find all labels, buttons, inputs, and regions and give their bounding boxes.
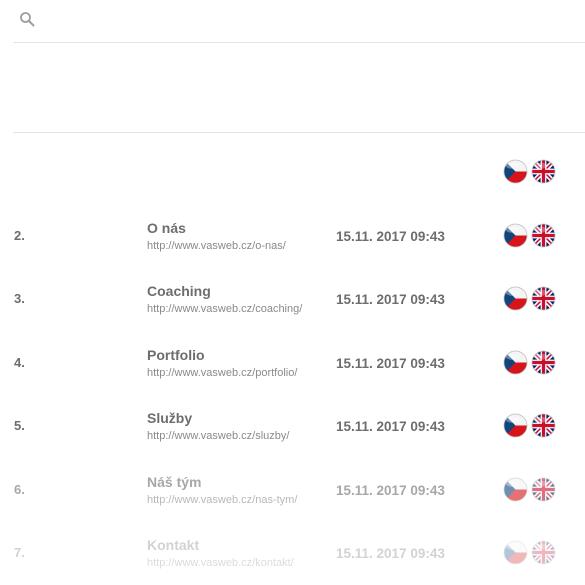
cz-flag-icon[interactable] [503,477,528,502]
modified-date: 15.11. 2017 09:43 [336,292,445,307]
list-item[interactable]: 2. O nás http://www.vasweb.cz/o-nas/15.11.… [0,210,585,260]
row-number: 4. [14,355,25,370]
search-input[interactable] [45,8,569,34]
page-title-link[interactable]: Služby [147,410,192,426]
search-bar [13,0,585,43]
cz-flag-icon[interactable] [503,413,528,438]
cz-flag-icon[interactable] [503,159,528,184]
page-url[interactable]: http://www.vasweb.cz/nas-tym/ [147,494,297,506]
cz-flag-icon[interactable] [503,286,528,311]
language-flags [503,350,559,376]
row-number: 7. [14,545,25,560]
cz-flag-icon[interactable] [503,223,528,248]
list-item[interactable]: 4. Portfolio http://www.vasweb.cz/portfoli… [0,337,585,387]
cz-flag-icon[interactable] [503,540,528,565]
uk-flag-icon[interactable] [531,286,556,311]
list-item[interactable]: 3. Coaching http://www.vasweb.cz/coaching/… [0,273,585,323]
header-divider [13,132,585,133]
page-title-link[interactable]: O nás [147,220,186,236]
page-title-link[interactable]: Portfolio [147,347,205,363]
cz-flag-icon[interactable] [503,350,528,375]
page-title-link[interactable]: Coaching [147,283,211,299]
modified-date: 15.11. 2017 09:43 [336,356,445,371]
list-item[interactable]: 7. Kontakt http://www.vasweb.cz/kontakt/15… [0,527,585,577]
page-title-link[interactable]: Kontakt [147,537,199,553]
modified-date: 15.11. 2017 09:43 [336,229,445,244]
language-flags [503,223,559,249]
row-number: 2. [14,228,25,243]
language-flags [503,540,559,566]
list-item[interactable]: 6. Náš tým http://www.vasweb.cz/nas-tym/15… [0,464,585,514]
uk-flag-icon[interactable] [531,540,556,565]
list-item[interactable]: 5. Služby http://www.vasweb.cz/sluzby/15.1… [0,400,585,450]
row-number: 6. [14,482,25,497]
row-number: 5. [14,418,25,433]
header-language-row [0,146,585,196]
modified-date: 15.11. 2017 09:43 [336,546,445,561]
search-icon[interactable] [19,11,35,27]
page-url[interactable]: http://www.vasweb.cz/coaching/ [147,303,302,315]
page-title-link[interactable]: Náš tým [147,474,201,490]
language-flags [503,413,559,439]
uk-flag-icon[interactable] [531,477,556,502]
modified-date: 15.11. 2017 09:43 [336,483,445,498]
page-url[interactable]: http://www.vasweb.cz/sluzby/ [147,430,289,442]
row-number: 3. [14,291,25,306]
page-url[interactable]: http://www.vasweb.cz/o-nas/ [147,240,286,252]
page-url[interactable]: http://www.vasweb.cz/portfolio/ [147,367,297,379]
language-flags [503,477,559,503]
uk-flag-icon[interactable] [531,159,556,184]
modified-date: 15.11. 2017 09:43 [336,419,445,434]
uk-flag-icon[interactable] [531,350,556,375]
language-flags [503,159,559,185]
language-flags [503,286,559,312]
uk-flag-icon[interactable] [531,413,556,438]
page-url[interactable]: http://www.vasweb.cz/kontakt/ [147,557,294,569]
uk-flag-icon[interactable] [531,223,556,248]
